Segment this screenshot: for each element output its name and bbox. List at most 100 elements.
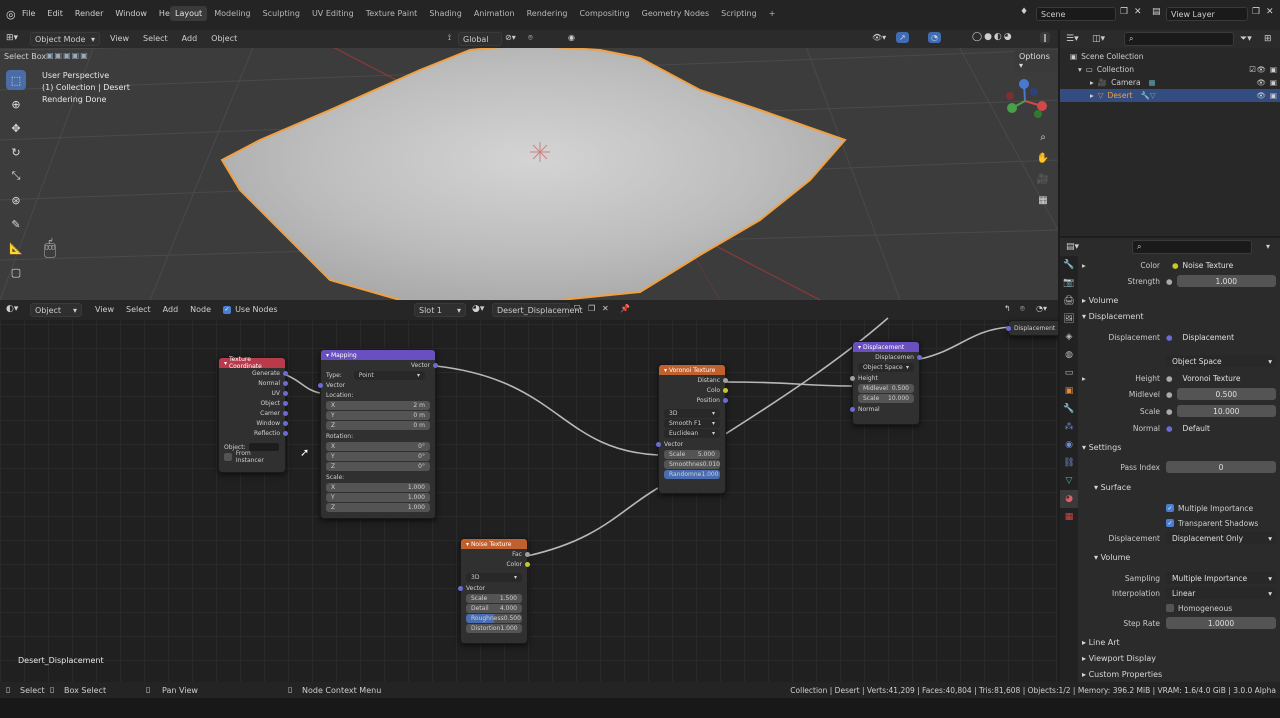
voronoi-smoothness-field[interactable]: Smoothnes 0.010 [664, 460, 720, 469]
eye-icon[interactable]: 👁 [1256, 65, 1266, 74]
scale-y-field[interactable]: Y 1.000 [326, 493, 430, 502]
dimensions-dropdown[interactable]: 3D ▾ [466, 573, 522, 582]
output-socket[interactable] [525, 561, 530, 567]
editor-type-icon[interactable]: ▤▾ [1066, 242, 1079, 252]
noise-scale-field[interactable]: Scale 1.500 [466, 594, 522, 603]
input-socket[interactable] [850, 406, 855, 412]
input-socket[interactable] [458, 585, 463, 591]
output-socket[interactable] [283, 430, 288, 436]
dimensions-dropdown[interactable]: 3D ▾ [664, 409, 720, 418]
zoom-icon[interactable]: ⌕ [1034, 128, 1052, 146]
gizmo-toggle-icon[interactable]: ↗ [896, 32, 909, 43]
volume-subpanel-header[interactable]: ▾ Volume [1094, 553, 1130, 562]
editor-type-icon[interactable]: ☰▾ [1066, 34, 1079, 44]
material-tab-icon[interactable]: ◕ [1060, 490, 1078, 508]
noise-texture-node[interactable]: ▾ Noise Texture Fac Color 3D ▾ Vector Sca… [458, 538, 530, 644]
properties-search-input[interactable]: ⌕ [1132, 240, 1252, 254]
tab-modeling[interactable]: Modeling [209, 6, 255, 21]
copy-view-layer-icon[interactable]: ❐ [1252, 7, 1260, 17]
step-rate-field[interactable]: 1.0000 [1166, 617, 1276, 629]
space-dropdown[interactable]: Object Space ▾ [858, 363, 914, 372]
noise-detail-field[interactable]: Detail 4.000 [466, 604, 522, 613]
output-socket[interactable] [723, 377, 728, 383]
displacement-link-field[interactable]: Displacement [1177, 331, 1276, 343]
snap-icon[interactable]: ⌾ [528, 33, 533, 43]
input-socket[interactable] [318, 382, 323, 388]
view-layer-field[interactable]: View Layer [1166, 7, 1248, 21]
output-socket[interactable] [723, 387, 728, 393]
visibility-icon[interactable]: 👁▾ [872, 33, 886, 42]
scale-x-field[interactable]: X 1.000 [326, 483, 430, 492]
grid-view-icon[interactable]: ▦ [1034, 191, 1052, 209]
input-socket[interactable] [1006, 325, 1011, 331]
menu-window[interactable]: Window [115, 9, 147, 18]
homogeneous-checkbox[interactable] [1166, 604, 1174, 612]
transparent-shadows-checkbox[interactable]: ✓ [1166, 519, 1174, 527]
rotate-tool-icon[interactable]: ↻ [6, 142, 26, 162]
tab-scripting[interactable]: Scripting [716, 6, 762, 21]
proportional-edit-icon[interactable]: ◉ [568, 33, 575, 42]
feature-dropdown[interactable]: Smooth F1 ▾ [664, 419, 720, 428]
space-dropdown[interactable]: Object Space ▾ [1166, 355, 1276, 367]
menu-file[interactable]: File [22, 9, 35, 18]
navigation-gizmo[interactable] [1000, 74, 1054, 128]
voronoi-scale-field[interactable]: Scale 5.000 [664, 450, 720, 459]
select-tool-icon[interactable]: ⬚ [6, 70, 26, 90]
shader-node-editor[interactable]: ◐▾ Object ▾ View Select Add Node ✓ Use Nod… [0, 300, 1058, 682]
scale-z-field[interactable]: Z 1.000 [326, 503, 430, 512]
rotation-z-field[interactable]: Z 0° [326, 462, 430, 471]
editor-type-icon[interactable]: ⊞▾ [6, 33, 18, 43]
displacement-scale-field[interactable]: Scale 10.000 [858, 394, 914, 403]
tab-rendering[interactable]: Rendering [522, 6, 573, 21]
sidebar-toggle-icon[interactable]: ‖ [1040, 32, 1050, 43]
object-tab-icon[interactable]: ▣ [1060, 382, 1078, 400]
annotate-tool-icon[interactable]: ✎ [6, 214, 26, 234]
voronoi-texture-node[interactable]: ▾ Voronoi Texture Distanc Colo Position … [656, 364, 728, 494]
texture-coordinate-node[interactable]: ▾ Texture Coordinate Generate Normal UV … [218, 356, 288, 473]
viewport-display-panel-header[interactable]: ▸ Viewport Display [1082, 654, 1156, 663]
multiple-importance-checkbox[interactable]: ✓ [1166, 504, 1174, 512]
displacement-method-dropdown[interactable]: Displacement Only ▾ [1166, 532, 1276, 544]
filter-icon[interactable]: ⏷▾ [1240, 34, 1252, 44]
output-socket[interactable] [283, 420, 288, 426]
output-socket[interactable] [283, 390, 288, 396]
menu-object[interactable]: Object [211, 34, 237, 43]
tab-sculpting[interactable]: Sculpting [258, 6, 305, 21]
interpolation-dropdown[interactable]: Linear ▾ [1166, 587, 1276, 599]
collapse-icon[interactable]: ▾ [664, 367, 667, 374]
collapse-icon[interactable]: ▾ [224, 360, 227, 367]
output-socket[interactable] [525, 551, 530, 557]
metric-dropdown[interactable]: Euclidean ▾ [664, 429, 720, 438]
outliner-search-input[interactable]: ⌕ [1124, 32, 1234, 46]
midlevel-field[interactable]: 0.500 [1176, 388, 1276, 400]
exclude-checkbox-icon[interactable]: ☑ [1249, 65, 1256, 74]
input-socket[interactable] [656, 441, 661, 447]
location-z-field[interactable]: Z 0 m [326, 421, 430, 430]
output-socket[interactable] [283, 370, 288, 376]
transform-tool-icon[interactable]: ⊛ [6, 190, 26, 210]
expand-icon[interactable]: ▸ [1090, 78, 1094, 87]
camera-visibility-icon[interactable]: ▣ [1270, 65, 1277, 74]
voronoi-randomness-field[interactable]: Randomne 1.000 [664, 470, 720, 479]
output-socket[interactable] [917, 354, 922, 360]
camera-visibility-icon[interactable]: ▣ [1270, 91, 1277, 100]
delete-scene-icon[interactable]: ✕ [1134, 7, 1142, 17]
pass-index-field[interactable]: 0 [1166, 461, 1276, 473]
add-cube-tool-icon[interactable]: ▢ [6, 262, 26, 282]
displacement-panel-header[interactable]: ▾ Displacement [1082, 312, 1144, 321]
custom-properties-panel-header[interactable]: ▸ Custom Properties [1082, 670, 1162, 679]
collapse-icon[interactable]: ▾ [326, 352, 329, 359]
scale-tool-icon[interactable]: ⤡ [6, 166, 26, 186]
3d-viewport[interactable]: ⊞▾ Object Mode ▾ View Select Add Object ⟟… [0, 30, 1058, 300]
surface-subpanel-header[interactable]: ▾ Surface [1094, 483, 1131, 492]
delete-view-layer-icon[interactable]: ✕ [1266, 7, 1274, 17]
tool-tab-icon[interactable]: 🔧 [1060, 256, 1078, 274]
rotation-y-field[interactable]: Y 0° [326, 452, 430, 461]
options-button[interactable]: Options ▾ [1014, 50, 1058, 72]
collapse-icon[interactable]: ▾ [858, 344, 861, 351]
output-tab-icon[interactable]: 🖨 [1060, 292, 1078, 310]
expand-icon[interactable]: ▸ [1078, 374, 1090, 383]
tab-layout[interactable]: Layout [170, 6, 208, 21]
sampling-dropdown[interactable]: Multiple Importance ▾ [1166, 572, 1276, 584]
blender-logo-icon[interactable]: ◎ [6, 8, 16, 21]
